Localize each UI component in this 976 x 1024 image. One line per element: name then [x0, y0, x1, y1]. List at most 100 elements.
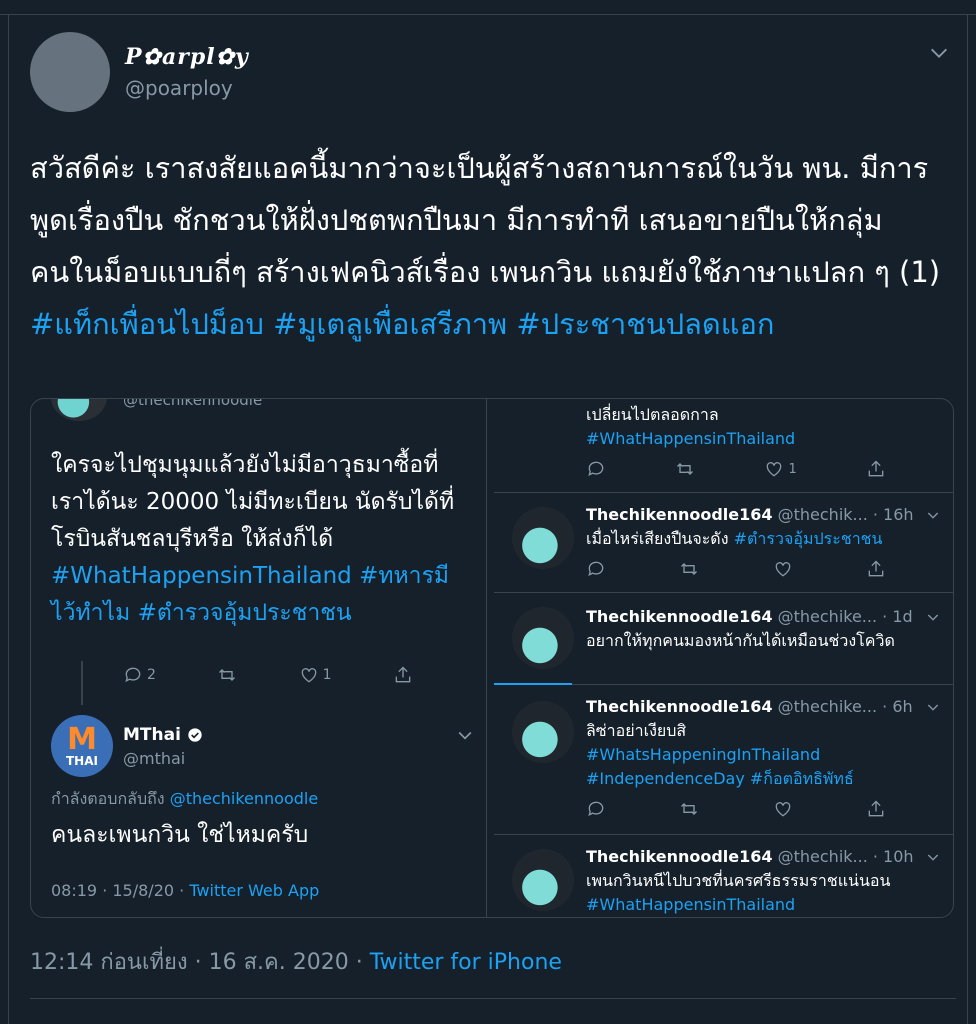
tweet-text: สวัสดีค่ะ เราสงสัยแอคนี้มากว่าจะเป็นผู้ส…	[30, 142, 950, 350]
user-handle: @mthai	[123, 749, 186, 768]
logo-letter: M	[67, 722, 97, 757]
list-item: Thechikennoodle164 @thechike... · 1d อยา…	[494, 593, 953, 685]
list-item: Thechikennoodle164 @thechike... · 6h ลิซ…	[494, 685, 953, 835]
display-name: Thechikennoodle164	[586, 607, 773, 626]
mthai-name: MThai	[123, 725, 181, 745]
attached-image[interactable]: @thechikennoodle ใครจะไปชุมนุมแล้วยังไม่…	[30, 398, 954, 918]
tweet-text: อยากให้ทุกคนมองหน้ากันได้เหมือนช่วงโควิด	[586, 631, 895, 650]
reply-icon	[588, 801, 604, 817]
user-handle[interactable]: @poarploy	[125, 76, 233, 100]
like-action: 1	[299, 665, 332, 685]
tweet-body: สวัสดีค่ะ เราสงสัยแอคนี้มากว่าจะเป็นผู้ส…	[30, 151, 941, 289]
avatar	[512, 607, 574, 669]
screenshot-left: @thechikennoodle ใครจะไปชุมนุมแล้วยังไม่…	[31, 399, 486, 917]
chevron-down-icon	[927, 512, 939, 519]
share-icon	[395, 666, 411, 683]
source-app-link[interactable]: Twitter for iPhone	[370, 950, 562, 975]
panel-divider	[486, 399, 487, 917]
tweet-text: #IndependenceDay #ก็อตอิทธิพัทธ์	[586, 767, 953, 791]
chevron-down-icon	[927, 704, 939, 711]
hashtag-link: #ตำรวจอุ้มประชาชน	[137, 600, 352, 626]
share-icon	[868, 560, 884, 577]
list-item: เปลี่ยนไปตลอดกาล #WhatHappensinThailand …	[494, 399, 953, 493]
divider	[30, 998, 956, 999]
hashtag-link[interactable]: #มูเตลูเพื่อเสรีภาพ	[273, 307, 507, 341]
hashtag-link[interactable]: #แท็กเพื่อนไปม็อบ	[30, 307, 264, 341]
share-icon	[868, 800, 884, 817]
replying-prefix: กำลังตอบกลับถึง	[51, 789, 170, 808]
reply-text: ใครจะไปชุมนุมแล้วยังไม่มีอาวุธมาซื้อที่เ…	[51, 447, 471, 632]
display-name: Thechikennoodle164	[586, 697, 773, 716]
hashtag-link: #ก็อตอิทธิพัทธ์	[744, 769, 854, 788]
chevron-down-icon	[927, 854, 939, 861]
tweet-text: #WhatsHappeningInThailand	[586, 743, 953, 767]
avatar[interactable]	[30, 32, 110, 112]
chevron-down-icon	[458, 731, 472, 740]
chevron-down-icon	[927, 614, 939, 621]
reply-text: คนละเพนกวิน ใช่ไหมครับ	[51, 822, 309, 848]
reply-icon	[588, 561, 604, 577]
reply-icon	[125, 667, 141, 683]
hashtag-link: #WhatsHappeningInThailand	[586, 745, 821, 764]
hashtag-link: #WhatHappensinThailand	[51, 563, 352, 589]
source-app: Twitter Web App	[189, 881, 320, 900]
tweet-text: #WhatHappensinThailand	[586, 427, 953, 451]
user-handle: @thechikennoodle	[123, 398, 263, 409]
display-name: MThai	[123, 725, 203, 745]
mention-link: @thechikennoodle	[169, 789, 319, 808]
reply-icon	[588, 461, 604, 477]
left-border	[8, 14, 9, 1024]
tweet-header: Thechikennoodle164 @thechike... · 1d	[586, 607, 913, 626]
user-handle: @thechik... · 16h	[772, 505, 914, 524]
reply-count: 2	[147, 667, 156, 683]
retweet-action	[217, 665, 237, 685]
list-item: Thechikennoodle164 @thechik... · 16h เมื…	[494, 493, 953, 593]
tweet-text: เพนกวินหนีไปบวชที่นครศรีธรรมราชแน่นอน	[586, 871, 891, 890]
like-count: 1	[788, 461, 797, 477]
heart-icon	[301, 668, 317, 683]
chevron-down-icon[interactable]	[928, 42, 950, 64]
right-border	[967, 14, 968, 1024]
heart-icon	[767, 462, 782, 477]
hashtag-link: #IndependenceDay	[586, 769, 745, 788]
top-border	[0, 14, 976, 15]
tweet-header: Thechikennoodle164 @thechike... · 6h	[586, 697, 913, 716]
replying-to: กำลังตอบกลับถึง @thechikennoodle	[51, 787, 318, 812]
like-action: 1	[764, 459, 797, 479]
retweet-icon	[681, 563, 698, 575]
timestamp[interactable]: 12:14 ก่อนเที่ยง · 16 ส.ค. 2020 ·	[30, 950, 370, 975]
share-icon	[868, 460, 884, 477]
avatar: M THAI	[51, 715, 113, 777]
reply-action: 2	[123, 665, 156, 685]
reply-actions: 2 1	[123, 665, 413, 685]
tweet-text: ลิซ่าอย่าเงียบสิ	[586, 721, 687, 740]
tweet-actions: 1	[586, 459, 886, 479]
avatar	[512, 507, 574, 569]
tweet-header: Thechikennoodle164 @thechik... · 16h	[586, 505, 914, 524]
display-name[interactable]: P✿arpl✿y	[125, 44, 249, 70]
display-name: Thechikennoodle164	[586, 847, 773, 866]
logo-text: THAI	[66, 754, 98, 768]
retweet-icon	[219, 669, 236, 681]
tweet-actions	[586, 559, 886, 579]
heart-icon	[775, 562, 790, 577]
user-handle: @thechike... · 1d	[772, 607, 913, 626]
avatar	[512, 849, 574, 911]
reply-body: ใครจะไปชุมนุมแล้วยังไม่มีอาวุธมาซื้อที่เ…	[51, 452, 455, 552]
tweet-body: เมื่อไหร่เสียงปืนจะดัง	[586, 529, 734, 548]
retweet-icon	[677, 463, 694, 475]
verified-icon	[188, 728, 202, 742]
heart-icon	[775, 802, 790, 817]
hashtag-link[interactable]: #ประชาชนปลดแอก	[516, 307, 774, 341]
retweet-icon	[681, 803, 698, 815]
avatar	[51, 399, 107, 421]
avatar	[512, 701, 574, 763]
tweet-header: Thechikennoodle164 @thechik... · 10h	[586, 847, 914, 866]
tweet-text: เปลี่ยนไปตลอดกาล	[586, 405, 719, 424]
share-action	[393, 665, 413, 685]
tweet-text: #WhatHappensinThailand	[586, 893, 953, 917]
tweet-timestamp: 12:14 ก่อนเที่ยง · 16 ส.ค. 2020 · Twitte…	[30, 944, 562, 979]
like-count: 1	[322, 667, 332, 683]
tweet-meta: 08:19 · 15/8/20 · Twitter Web App	[51, 881, 319, 900]
timestamp: 08:19 · 15/8/20 ·	[51, 881, 190, 900]
